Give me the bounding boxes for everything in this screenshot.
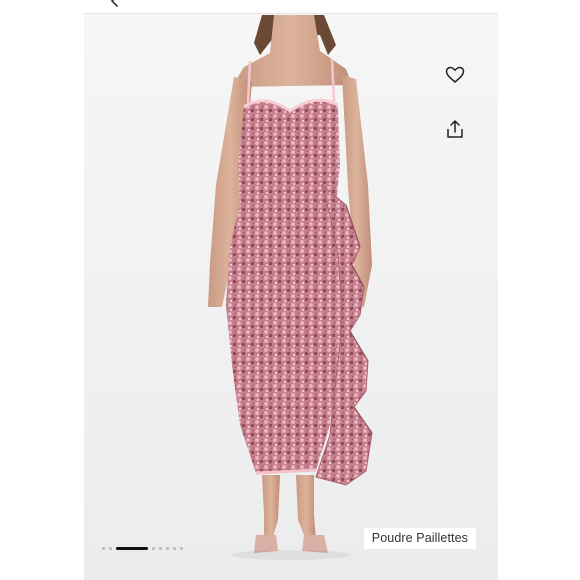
product-screen: Poudre Paillettes	[84, 0, 498, 580]
chevron-left-icon[interactable]	[108, 0, 122, 8]
color-label: Poudre Paillettes	[363, 528, 476, 549]
carousel-indicator[interactable]	[102, 545, 183, 551]
right-margin	[496, 0, 580, 580]
dress-body	[226, 100, 346, 473]
carousel-dot[interactable]	[159, 546, 162, 550]
favorite-button[interactable]	[441, 61, 469, 89]
carousel-dot[interactable]	[166, 546, 169, 550]
carousel-dot[interactable]	[180, 546, 183, 550]
carousel-dot[interactable]	[102, 546, 105, 550]
carousel-dot[interactable]	[109, 546, 112, 550]
carousel-dot[interactable]	[173, 546, 176, 550]
product-image[interactable]	[84, 15, 498, 580]
top-bar	[84, 0, 498, 14]
share-button[interactable]	[441, 115, 469, 143]
heart-icon	[445, 66, 465, 83]
floor-shadow	[231, 550, 351, 560]
share-icon	[447, 120, 463, 138]
carousel-dot[interactable]	[152, 546, 155, 550]
carousel-dot-active[interactable]	[116, 546, 148, 550]
left-margin	[0, 0, 84, 580]
